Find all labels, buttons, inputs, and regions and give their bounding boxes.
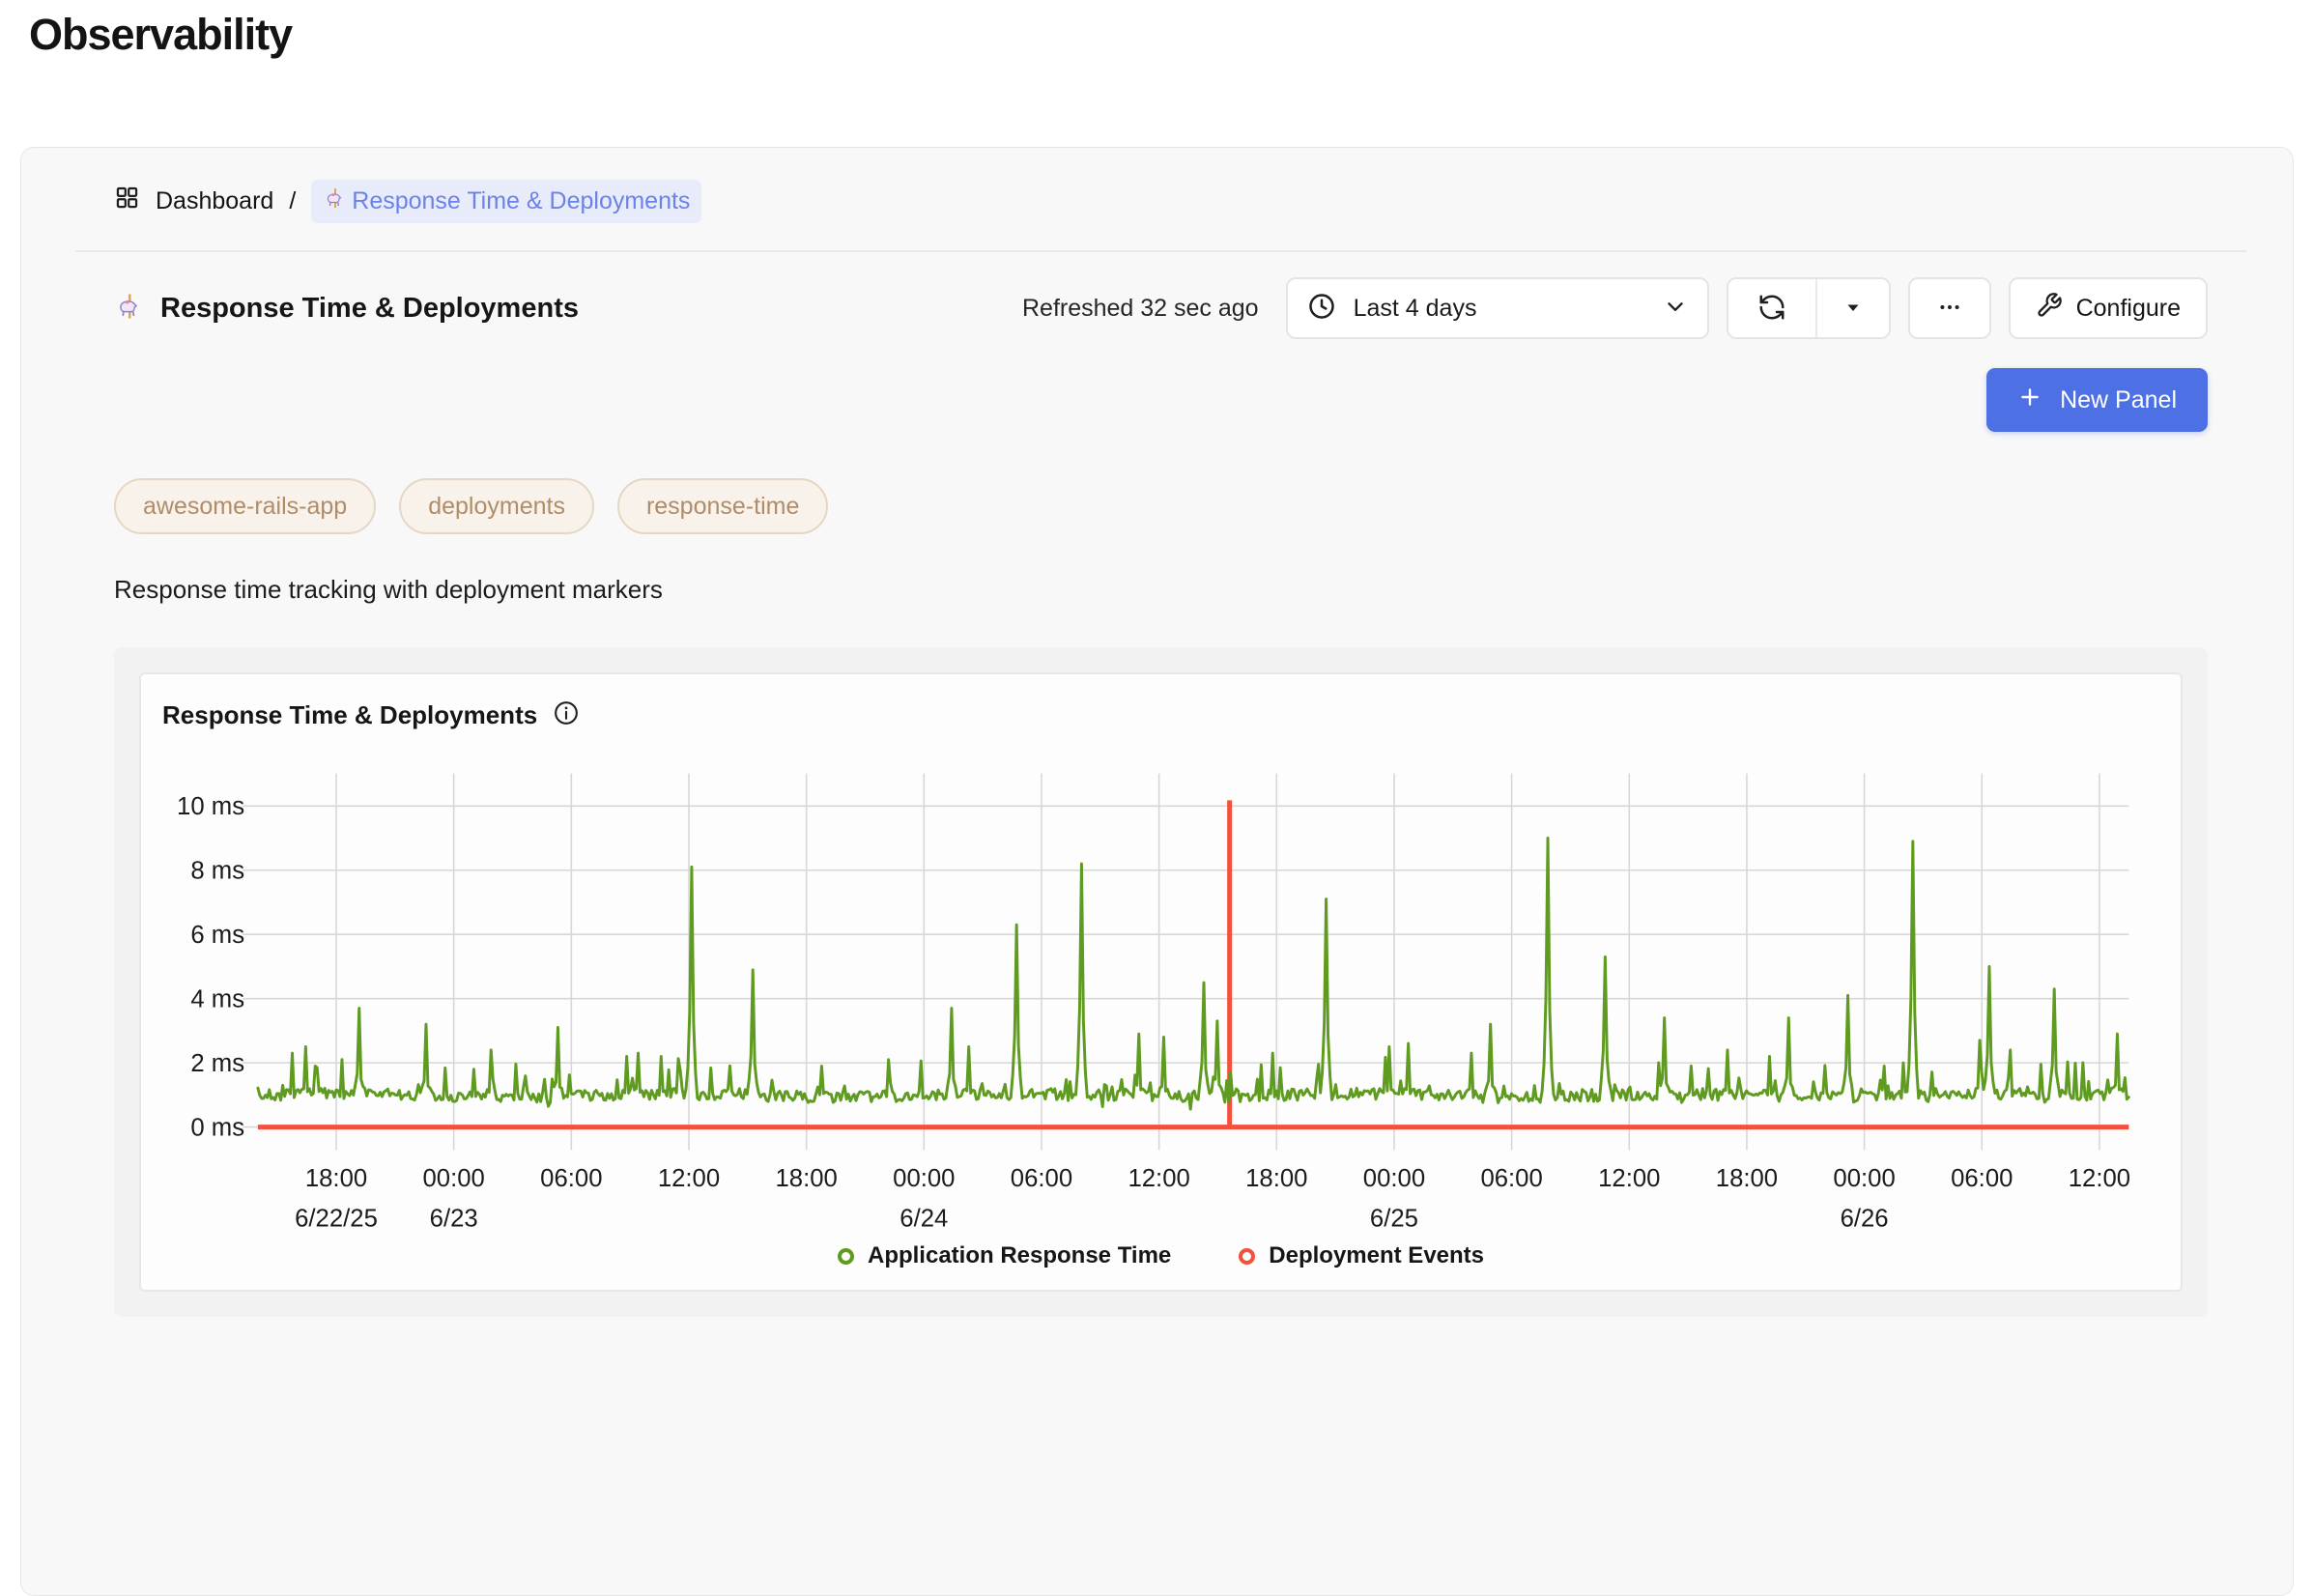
page-title: Observability — [29, 10, 292, 60]
svg-text:00:00: 00:00 — [1363, 1165, 1425, 1192]
panel-controls: Refreshed 32 sec ago Last 4 days — [1022, 277, 2208, 339]
svg-text:00:00: 00:00 — [1833, 1165, 1895, 1192]
configure-button[interactable]: Configure — [2009, 277, 2208, 339]
dashboard-grid-icon[interactable] — [114, 185, 140, 217]
svg-text:18:00: 18:00 — [775, 1165, 837, 1192]
time-range-select[interactable]: Last 4 days — [1286, 277, 1709, 339]
tags-row: awesome-rails-app deployments response-t… — [114, 478, 2208, 534]
svg-text:06:00: 06:00 — [540, 1165, 602, 1192]
chart-card: Response Time & Deployments 0 ms 2 ms 4 ms… — [139, 672, 2183, 1292]
chart-title: Response Time & Deployments — [162, 700, 537, 730]
caret-down-icon — [1842, 296, 1865, 322]
tag-awesome-rails-app[interactable]: awesome-rails-app — [114, 478, 376, 534]
breadcrumb-dashboard-link[interactable]: Dashboard — [156, 187, 273, 215]
svg-text:8 ms: 8 ms — [190, 858, 244, 885]
red-series-marker-icon — [1239, 1248, 1255, 1265]
svg-text:6 ms: 6 ms — [190, 922, 244, 949]
svg-text:2 ms: 2 ms — [190, 1050, 244, 1077]
ellipsis-icon — [1936, 294, 1963, 324]
svg-text:6/22/25: 6/22/25 — [295, 1205, 378, 1232]
chart-plot[interactable]: 0 ms 2 ms 4 ms 6 ms 8 ms 10 ms 18:00 6/22/25 00:… — [162, 745, 2159, 1234]
refresh-button[interactable] — [1728, 279, 1815, 337]
chart-legend: Application Response Time Deployment Eve… — [162, 1234, 2159, 1278]
svg-text:6/23: 6/23 — [430, 1205, 478, 1232]
svg-text:12:00: 12:00 — [1598, 1165, 1660, 1192]
svg-text:06:00: 06:00 — [1480, 1165, 1542, 1192]
svg-text:18:00: 18:00 — [305, 1165, 367, 1192]
breadcrumb-current-chip[interactable]: Response Time & Deployments — [311, 180, 701, 223]
green-series-marker-icon — [838, 1248, 854, 1265]
refresh-button-group — [1727, 277, 1891, 339]
panel-header: Response Time & Deployments Refreshed 32… — [114, 277, 2208, 339]
new-panel-row: New Panel — [114, 368, 2208, 432]
chevron-down-icon — [1663, 294, 1688, 324]
configure-label: Configure — [2076, 295, 2181, 323]
svg-text:18:00: 18:00 — [1716, 1165, 1778, 1192]
svg-text:12:00: 12:00 — [1128, 1165, 1189, 1192]
header-divider — [75, 250, 2246, 252]
carousel-horse-icon — [114, 292, 143, 326]
svg-text:6/26: 6/26 — [1841, 1205, 1889, 1232]
breadcrumb: Dashboard / Response Time & Deployments — [114, 177, 2208, 225]
svg-text:12:00: 12:00 — [658, 1165, 720, 1192]
new-panel-button[interactable]: New Panel — [1986, 368, 2208, 432]
svg-text:06:00: 06:00 — [1011, 1165, 1072, 1192]
more-options-button[interactable] — [1908, 277, 1991, 339]
plus-icon — [2017, 385, 2042, 416]
svg-text:18:00: 18:00 — [1245, 1165, 1307, 1192]
panel-title: Response Time & Deployments — [160, 293, 579, 325]
svg-text:12:00: 12:00 — [2069, 1165, 2130, 1192]
carousel-horse-icon — [323, 186, 346, 216]
svg-text:4 ms: 4 ms — [190, 986, 244, 1013]
svg-text:0 ms: 0 ms — [190, 1114, 244, 1141]
refreshed-status: Refreshed 32 sec ago — [1022, 295, 1259, 323]
svg-text:6/24: 6/24 — [900, 1205, 948, 1232]
svg-text:00:00: 00:00 — [423, 1165, 485, 1192]
tools-icon — [2036, 292, 2063, 326]
refresh-icon — [1757, 293, 1786, 325]
svg-text:00:00: 00:00 — [893, 1165, 955, 1192]
panel-description: Response time tracking with deployment m… — [114, 575, 2208, 605]
clock-icon — [1307, 292, 1336, 326]
info-icon[interactable] — [553, 699, 580, 731]
svg-text:6/25: 6/25 — [1370, 1205, 1418, 1232]
new-panel-label: New Panel — [2060, 386, 2177, 414]
dashboard-panel: Dashboard / Response Time & Deployments — [20, 147, 2294, 1596]
legend-application-response-time[interactable]: Application Response Time — [838, 1242, 1171, 1269]
svg-text:06:00: 06:00 — [1951, 1165, 2013, 1192]
breadcrumb-current-label: Response Time & Deployments — [352, 187, 690, 215]
breadcrumb-separator: / — [289, 187, 296, 215]
svg-text:10 ms: 10 ms — [177, 793, 244, 820]
chart-panel-wrapper: Response Time & Deployments 0 ms 2 ms 4 ms… — [114, 647, 2208, 1317]
refresh-interval-dropdown[interactable] — [1815, 279, 1889, 337]
tag-deployments[interactable]: deployments — [399, 478, 594, 534]
time-range-value: Last 4 days — [1354, 295, 1645, 323]
tag-response-time[interactable]: response-time — [617, 478, 828, 534]
legend-deployment-events[interactable]: Deployment Events — [1239, 1242, 1484, 1269]
